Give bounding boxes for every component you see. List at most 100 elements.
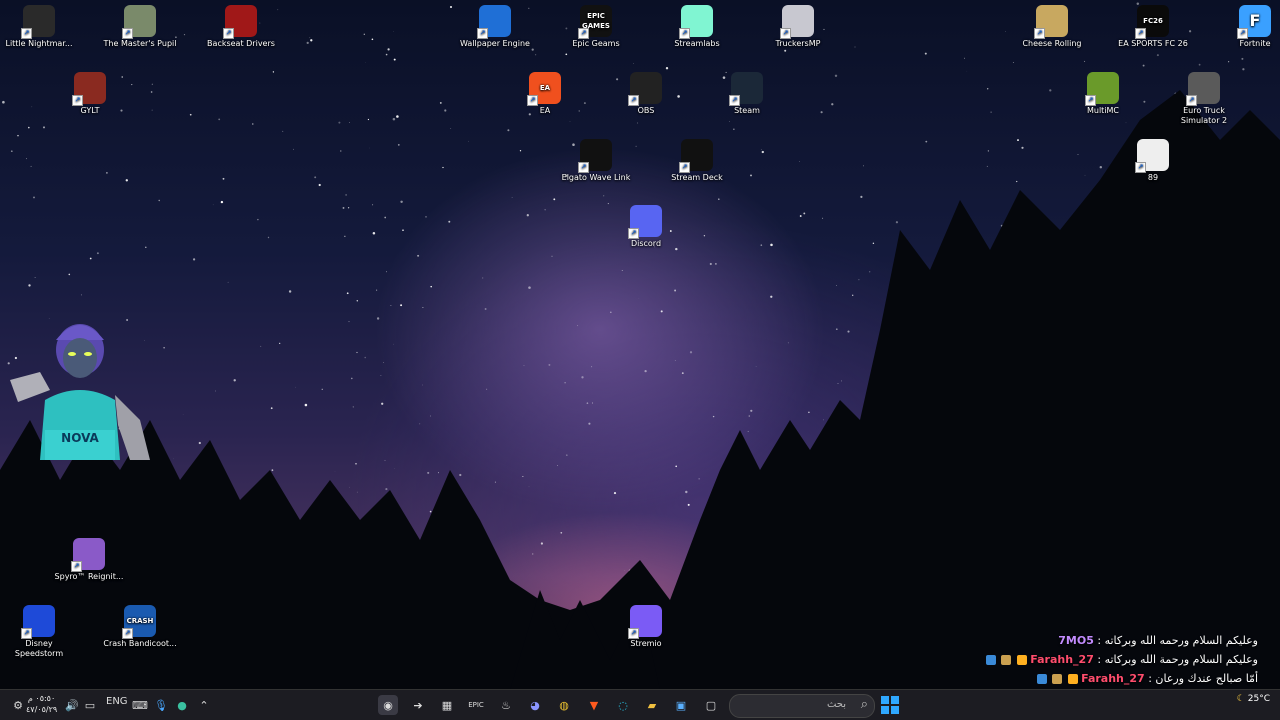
star bbox=[106, 172, 108, 174]
star bbox=[613, 492, 617, 495]
language-indicator[interactable]: ENG bbox=[106, 696, 128, 707]
star bbox=[980, 572, 981, 573]
discord-icon[interactable]: ◕ bbox=[525, 695, 545, 715]
desktop-shortcut[interactable]: ↗ Cheese Rolling bbox=[1015, 5, 1089, 49]
desktop-shortcut[interactable]: ↗ MultiMC bbox=[1066, 72, 1140, 116]
star bbox=[1184, 240, 1187, 242]
store-icon[interactable]: ▣ bbox=[671, 695, 691, 715]
star bbox=[214, 390, 216, 392]
star bbox=[43, 126, 45, 129]
desktop-shortcut[interactable]: ↗ Euro Truck Simulator 2 bbox=[1167, 72, 1241, 126]
shortcut-arrow-icon: ↗ bbox=[223, 28, 234, 39]
star bbox=[1137, 377, 1140, 380]
desktop-shortcut[interactable]: F ↗ Fortnite bbox=[1218, 5, 1280, 49]
desktop-shortcut[interactable]: ↗ Steam bbox=[710, 72, 784, 116]
search-placeholder: بحث bbox=[826, 699, 846, 710]
desktop-shortcut[interactable]: ↗ Backseat Drivers bbox=[204, 5, 278, 49]
star bbox=[750, 174, 752, 177]
clock[interactable]: ٠٥:٥٠ م ٤٧/٠٥/٢٩ bbox=[26, 693, 57, 715]
desktop-shortcut[interactable]: ↗ The Master's Pupil bbox=[103, 5, 177, 49]
star bbox=[808, 411, 810, 414]
painting-icon: ↗ bbox=[122, 5, 156, 39]
search-box[interactable]: بحث ⌕ bbox=[729, 694, 875, 718]
arrow-app-icon[interactable]: ➔ bbox=[408, 695, 428, 715]
star bbox=[349, 122, 350, 123]
shortcut-arrow-icon: ↗ bbox=[780, 28, 791, 39]
star bbox=[581, 376, 584, 379]
start-tile bbox=[881, 696, 889, 704]
shortcut-label: Stremio bbox=[630, 639, 662, 648]
fortnite-icon: F ↗ bbox=[1237, 5, 1271, 39]
shortcut-arrow-icon: ↗ bbox=[122, 628, 133, 639]
desktop-shortcut[interactable]: ↗ OBS bbox=[609, 72, 683, 116]
shortcut-label: MultiMC bbox=[1086, 106, 1120, 115]
ea-fc-icon: FC26 ↗ bbox=[1135, 5, 1169, 39]
weather-widget[interactable]: ☾ 25°C bbox=[1237, 694, 1270, 704]
chrome-icon[interactable]: ◍ bbox=[554, 695, 574, 715]
tray-app-icon[interactable]: ● bbox=[172, 695, 192, 715]
start-button[interactable] bbox=[881, 696, 899, 714]
star bbox=[270, 407, 273, 410]
desktop-shortcut[interactable]: ↗ TruckersMP bbox=[761, 5, 835, 49]
file-explorer-icon[interactable]: ▰ bbox=[642, 695, 662, 715]
desktop-shortcut[interactable]: EA ↗ EA bbox=[508, 72, 582, 116]
network-icon[interactable]: ▭ bbox=[80, 695, 100, 715]
desktop-shortcut[interactable]: ↗ Spyro™ Reignit... bbox=[52, 538, 126, 582]
desktop-shortcut[interactable]: ↗ GYLT bbox=[53, 72, 127, 116]
desktop-shortcut[interactable]: ↗ Elgato Wave Link bbox=[559, 139, 633, 183]
star bbox=[131, 84, 133, 86]
desktop-shortcut[interactable]: EPIC GAMES ↗ Epic Geams bbox=[559, 5, 633, 49]
desktop-shortcut[interactable]: ↗ Stremio bbox=[609, 605, 683, 649]
star bbox=[1052, 347, 1056, 351]
star bbox=[990, 111, 992, 113]
desktop-shortcut[interactable]: ↗ Little Nightmar... bbox=[2, 5, 76, 49]
star bbox=[1023, 255, 1027, 258]
edge-icon[interactable]: ◌ bbox=[613, 695, 633, 715]
star bbox=[869, 271, 871, 273]
avatar-text: NOVA bbox=[61, 431, 99, 445]
keyboard-icon[interactable]: ⌨ bbox=[130, 695, 150, 715]
epic-games-icon[interactable]: EPIC bbox=[466, 695, 486, 715]
crash-icon: CRASH ↗ bbox=[122, 605, 156, 639]
star bbox=[592, 402, 593, 404]
star bbox=[723, 580, 725, 583]
stream-deck-icon[interactable]: ▦ bbox=[437, 695, 457, 715]
star bbox=[689, 351, 693, 354]
desktop-shortcut[interactable]: ↗ 89 bbox=[1116, 139, 1190, 183]
star bbox=[820, 111, 823, 114]
desktop-shortcut[interactable]: ↗ Disney Speedstorm bbox=[2, 605, 76, 659]
discord-icon: ↗ bbox=[628, 205, 662, 239]
shortcut-arrow-icon: ↗ bbox=[578, 28, 589, 39]
star bbox=[390, 304, 392, 306]
desktop-shortcut[interactable]: ↗ Wallpaper Engine bbox=[458, 5, 532, 49]
star bbox=[660, 310, 663, 313]
gear-icon[interactable]: ⚙ bbox=[8, 695, 28, 715]
brave-icon[interactable]: ▼ bbox=[584, 695, 604, 715]
chrome-recording-icon[interactable]: ◉ bbox=[378, 695, 398, 715]
star bbox=[1155, 346, 1157, 348]
steam-icon[interactable]: ♨ bbox=[496, 695, 516, 715]
chevron-up-icon[interactable]: ⌃ bbox=[194, 695, 214, 715]
desktop-shortcut[interactable]: ↗ Discord bbox=[609, 205, 683, 249]
shortcut-arrow-icon: ↗ bbox=[1135, 162, 1146, 173]
star bbox=[1194, 578, 1197, 581]
desktop-shortcut[interactable]: ↗ Streamlabs bbox=[660, 5, 734, 49]
desktop-shortcut[interactable]: ↗ Stream Deck bbox=[660, 139, 734, 183]
star bbox=[724, 583, 727, 586]
star bbox=[557, 465, 558, 466]
desktop-shortcut[interactable]: CRASH ↗ Crash Bandicoot... bbox=[103, 605, 177, 649]
shortcut-label: Fortnite bbox=[1239, 39, 1271, 48]
speaker-icon[interactable]: 🔊 bbox=[62, 695, 82, 715]
star bbox=[1215, 405, 1217, 407]
window-icon[interactable]: ▢ bbox=[701, 695, 721, 715]
star bbox=[1084, 60, 1086, 62]
red-car-icon: ↗ bbox=[223, 5, 257, 39]
star bbox=[372, 204, 374, 206]
badge-icon bbox=[1052, 674, 1063, 684]
star bbox=[310, 39, 313, 42]
microphone-icon[interactable]: 🎙 bbox=[151, 695, 171, 715]
star bbox=[633, 63, 634, 64]
desktop-shortcut[interactable]: FC26 ↗ EA SPORTS FC 26 bbox=[1116, 5, 1190, 49]
star bbox=[13, 528, 15, 530]
shortcut-label: GYLT bbox=[80, 106, 100, 115]
